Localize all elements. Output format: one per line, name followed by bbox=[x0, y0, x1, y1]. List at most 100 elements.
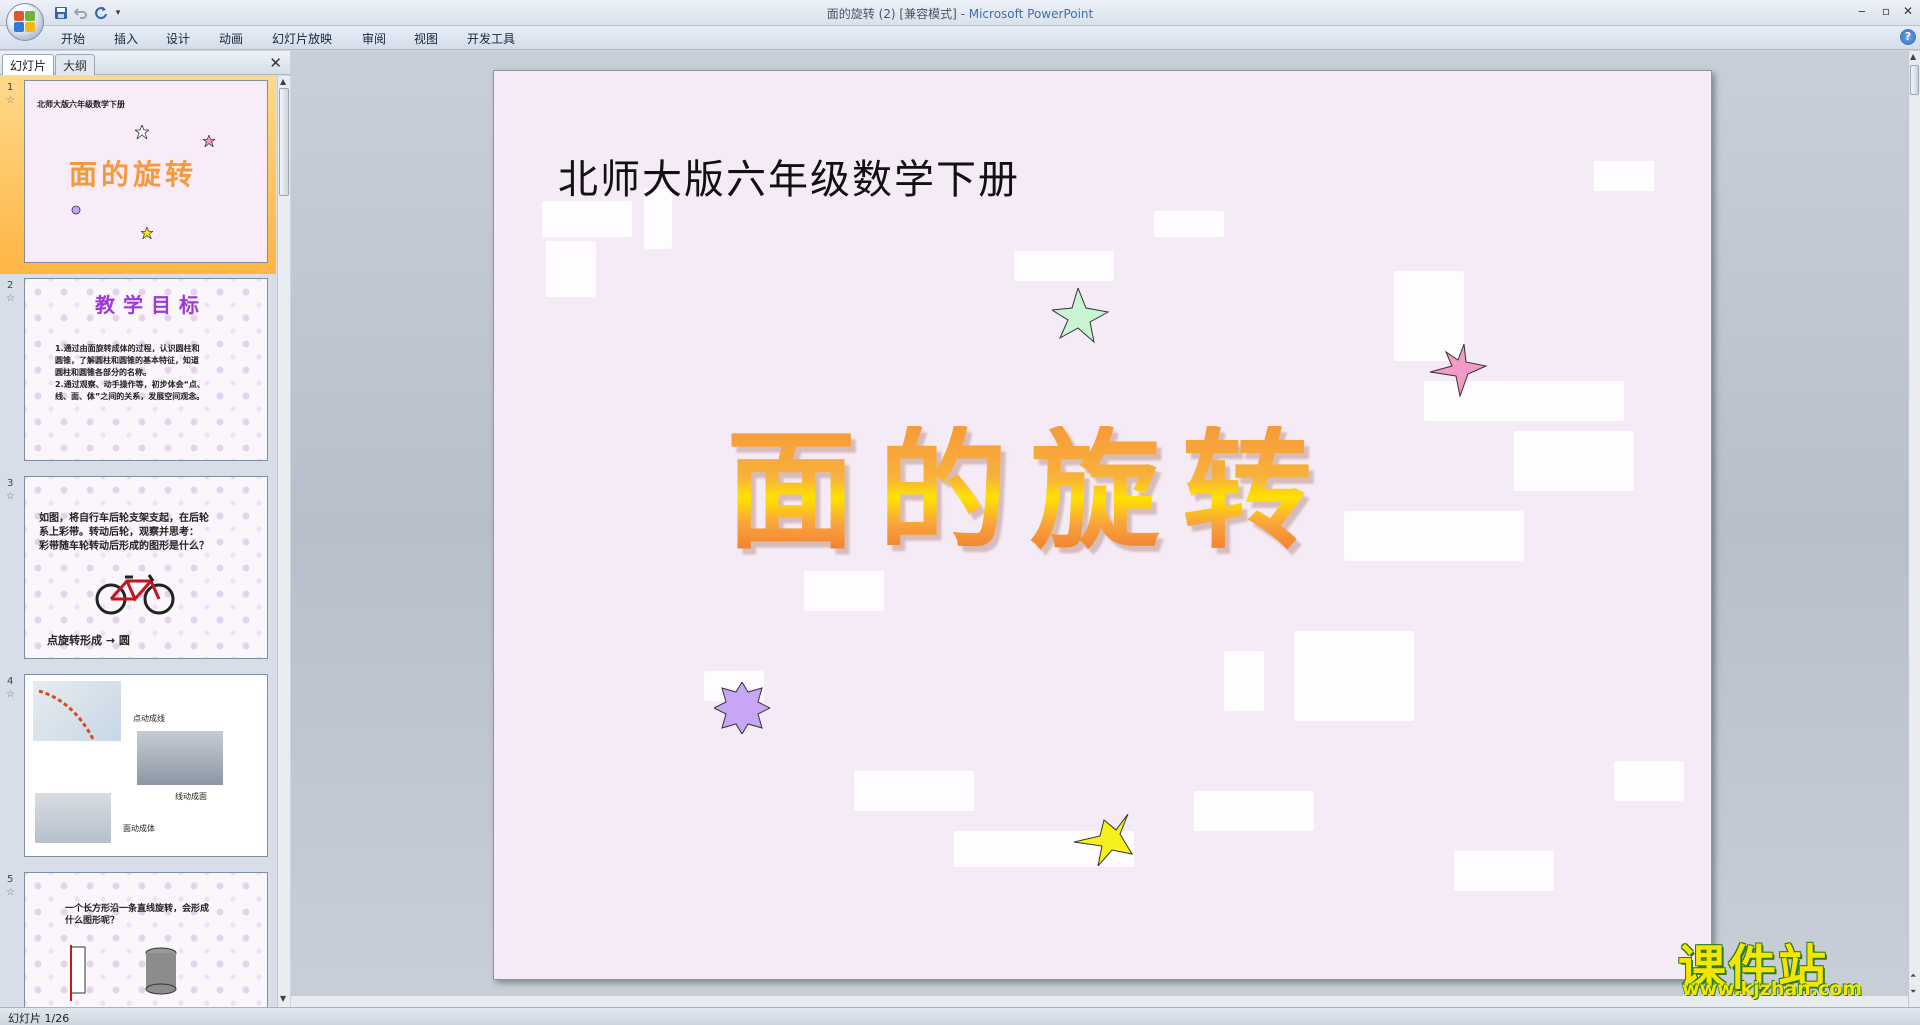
slide-title[interactable]: 面的旋转 bbox=[726, 426, 1334, 556]
cloud-shape bbox=[542, 201, 632, 237]
purple-star-shape[interactable] bbox=[714, 682, 770, 734]
scroll-up-icon[interactable]: ▲ bbox=[1910, 52, 1916, 61]
transition-icon: ☆ bbox=[6, 887, 15, 898]
transition-icon: ☆ bbox=[6, 689, 15, 700]
pane-tabs: 幻灯片 大纲 ✕ bbox=[0, 51, 290, 75]
transition-icon: ☆ bbox=[6, 491, 15, 502]
scroll-down-icon[interactable]: ▼ bbox=[280, 994, 286, 1003]
cloud-shape bbox=[1014, 251, 1114, 281]
thumb-line: 线、面、体”之间的关系，发展空间观念。 bbox=[55, 392, 205, 401]
cloud-shape bbox=[1344, 511, 1524, 561]
star-shape bbox=[203, 135, 215, 147]
thumbnail-scrollbar[interactable]: ▲ ▼ bbox=[277, 76, 290, 1007]
cloud-shape bbox=[1294, 631, 1414, 721]
thumb-heading: 教学目标 bbox=[95, 293, 207, 317]
slide-thumbnail-2[interactable]: 2 ☆ 教学目标 1.通过由面旋转成体的过程，认识圆柱和 圆锥，了解圆柱和圆锥的… bbox=[0, 274, 276, 472]
cloud-shape bbox=[804, 571, 884, 611]
slide-thumbnail-1[interactable]: 1 ☆ 北师大版六年级数学下册 面的旋转 bbox=[0, 76, 276, 274]
help-button[interactable]: ? bbox=[1900, 29, 1916, 45]
window-title: 面的旋转 (2) [兼容模式] - Microsoft PowerPoint bbox=[826, 7, 1094, 21]
scroll-thumb[interactable] bbox=[279, 88, 289, 196]
next-slide-icon[interactable]: ⏷ bbox=[1910, 987, 1916, 997]
thumb-title: 面的旋转 bbox=[69, 158, 198, 191]
office-logo-icon bbox=[14, 11, 36, 33]
title-bar: ▾ 面的旋转 (2) [兼容模式] - Microsoft PowerPoint… bbox=[0, 0, 1920, 26]
tab-insert[interactable]: 插入 bbox=[114, 30, 138, 47]
thumb-line: 什么图形呢？ bbox=[65, 916, 120, 926]
minimize-button[interactable]: ‒ bbox=[1852, 2, 1872, 20]
slide-number: 3 bbox=[7, 478, 14, 489]
thumb-footer: 点旋转形成 → 圆 bbox=[47, 634, 130, 647]
thumb-line: 圆锥，了解圆柱和圆锥的基本特征，知道 bbox=[55, 356, 199, 365]
thumb-line: 1.通过由面旋转成体的过程，认识圆柱和 bbox=[55, 344, 200, 353]
thumb-subtitle: 北师大版六年级数学下册 bbox=[37, 100, 125, 109]
ribbon-tabs: 开始 插入 设计 动画 幻灯片放映 审阅 视图 开发工具 ? bbox=[0, 26, 1920, 50]
scroll-thumb[interactable] bbox=[1910, 65, 1919, 95]
star-shape bbox=[71, 205, 81, 215]
previous-slide-icon[interactable]: ⏶ bbox=[1910, 971, 1916, 981]
pink-star-shape[interactable] bbox=[1428, 344, 1488, 398]
tab-slideshow[interactable]: 幻灯片放映 bbox=[272, 30, 332, 47]
cloud-shape bbox=[854, 771, 974, 811]
cloud-shape bbox=[1454, 851, 1554, 891]
cloud-shape bbox=[1224, 651, 1264, 711]
thumb-line: 圆柱和圆锥各部分的名称。 bbox=[55, 368, 151, 377]
slide-subtitle[interactable]: 北师大版六年级数学下册 bbox=[558, 147, 1020, 205]
tab-slides[interactable]: 幻灯片 bbox=[2, 54, 55, 75]
cloud-shape bbox=[1514, 431, 1634, 491]
thumb-caption: 线动成面 bbox=[175, 792, 207, 801]
yellow-star-shape[interactable] bbox=[1074, 814, 1134, 866]
photo-wiper bbox=[137, 731, 223, 785]
cloud-shape bbox=[1154, 211, 1224, 237]
thumbnail-image: 如图，将自行车后轮支架支起，在后轮 系上彩带。转动后轮，观察并思考： 彩带随车轮… bbox=[24, 476, 268, 659]
restore-button[interactable]: ▫ bbox=[1876, 2, 1896, 20]
thumbnail-image: 点动成线 线动成面 面动成体 bbox=[24, 674, 268, 857]
star-shape bbox=[135, 125, 149, 139]
cloud-shape bbox=[546, 241, 596, 297]
tab-home[interactable]: 开始 bbox=[61, 30, 85, 47]
tab-developer[interactable]: 开发工具 bbox=[467, 30, 515, 47]
thumbnail-image: 一个长方形沿一条直线旋转，会形成 什么图形呢？ bbox=[24, 872, 268, 1007]
transition-icon: ☆ bbox=[6, 293, 15, 304]
editor-scrollbar[interactable]: ▲ ⏶ ⏷ bbox=[1908, 51, 1920, 1007]
bicycle-image bbox=[95, 574, 175, 615]
thumb-line: 系上彩带。转动后轮，观察并思考： bbox=[39, 527, 199, 538]
thumb-line: 如图，将自行车后轮支架支起，在后轮 bbox=[39, 513, 209, 524]
rectangle-cylinder-figure bbox=[70, 945, 177, 1001]
site-watermark: 课件站 www.kjzhan.com bbox=[1670, 928, 1905, 1003]
tab-design[interactable]: 设计 bbox=[166, 30, 190, 47]
slide-thumbnail-3[interactable]: 3 ☆ 如图，将自行车后轮支架支起，在后轮 系上彩带。转动后轮，观察并思考： 彩… bbox=[0, 472, 276, 670]
transition-icon: ☆ bbox=[6, 95, 15, 106]
slides-pane: 幻灯片 大纲 ✕ 1 ☆ 北师大版六年级数学下册 面的旋转 2 ☆ 教学目标 1… bbox=[0, 51, 290, 1007]
cloud-shape bbox=[1594, 161, 1654, 191]
tab-review[interactable]: 审阅 bbox=[362, 30, 386, 47]
office-button[interactable] bbox=[6, 3, 44, 41]
thumb-line: 彩带随车轮转动后形成的图形是什么？ bbox=[39, 541, 209, 552]
current-slide[interactable]: 北师大版六年级数学下册 面的旋转 bbox=[493, 70, 1712, 980]
slide-indicator: 幻灯片 1/26 bbox=[8, 1012, 70, 1025]
thumb-caption: 点动成线 bbox=[133, 714, 165, 723]
tab-animations[interactable]: 动画 bbox=[219, 30, 243, 47]
slide-thumbnail-4[interactable]: 4 ☆ 点动成线 线动成面 面动成体 bbox=[0, 670, 276, 868]
close-pane-icon[interactable]: ✕ bbox=[269, 54, 282, 72]
tab-view[interactable]: 视图 bbox=[414, 30, 438, 47]
star-shape bbox=[141, 227, 153, 239]
slide-number: 2 bbox=[7, 280, 14, 291]
status-bar: 幻灯片 1/26 bbox=[0, 1007, 1920, 1025]
scroll-up-icon[interactable]: ▲ bbox=[280, 77, 286, 86]
slide-number: 4 bbox=[7, 676, 14, 687]
thumb-caption: 面动成体 bbox=[123, 824, 155, 833]
thumb-line: 2.通过观察、动手操作等，初步体会“点、 bbox=[55, 380, 205, 389]
photo-revolving-door bbox=[35, 793, 111, 843]
slide-thumbnails: 1 ☆ 北师大版六年级数学下册 面的旋转 2 ☆ 教学目标 1.通过由面旋转成体… bbox=[0, 76, 276, 1007]
cloud-shape bbox=[1194, 791, 1314, 831]
watermark-url: www.kjzhan.com bbox=[1682, 978, 1863, 1000]
horizontal-scrollbar[interactable] bbox=[291, 995, 1908, 1007]
green-star-shape[interactable] bbox=[1052, 288, 1110, 344]
slide-thumbnail-5[interactable]: 5 ☆ 一个长方形沿一条直线旋转，会形成 什么图形呢？ bbox=[0, 868, 276, 1007]
slide-number: 5 bbox=[7, 874, 14, 885]
thumbnail-image: 教学目标 1.通过由面旋转成体的过程，认识圆柱和 圆锥，了解圆柱和圆锥的基本特征… bbox=[24, 278, 268, 461]
cloud-shape bbox=[1614, 761, 1684, 801]
close-window-button[interactable]: ✕ bbox=[1898, 2, 1918, 20]
tab-outline[interactable]: 大纲 bbox=[55, 54, 96, 75]
